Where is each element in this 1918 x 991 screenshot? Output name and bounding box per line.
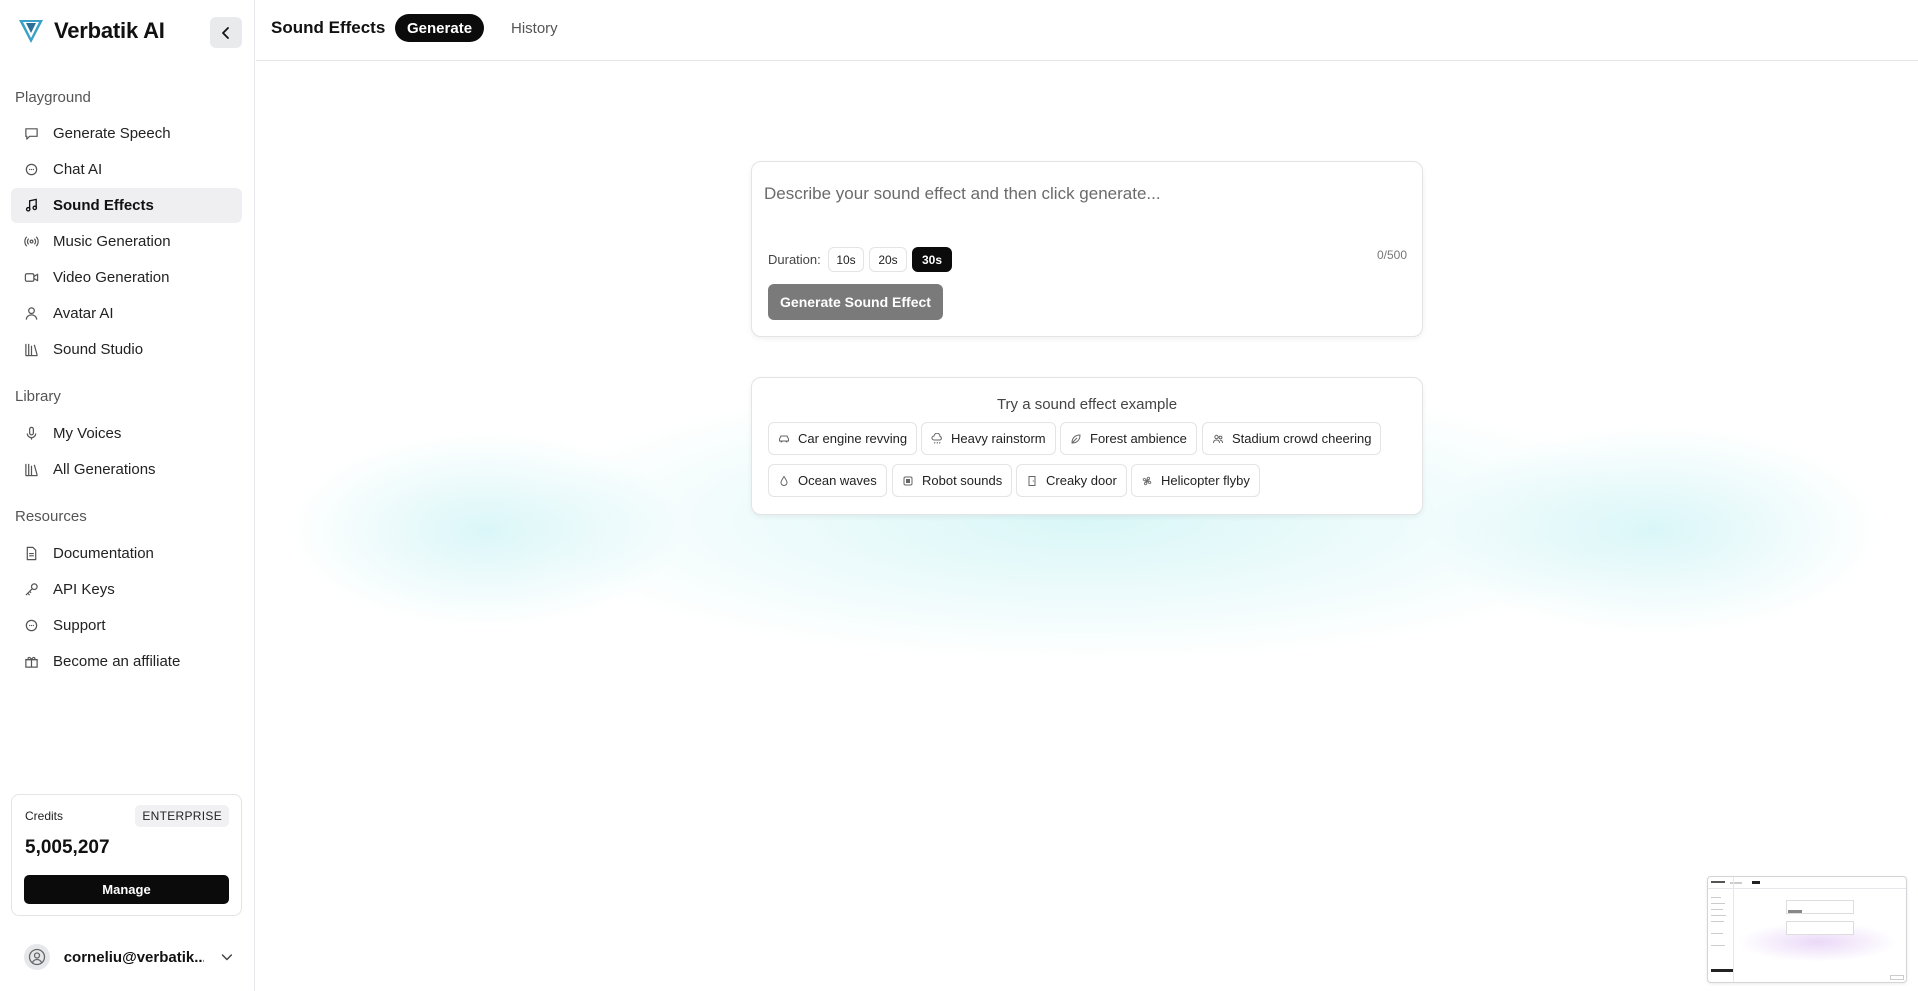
duration-option-20s[interactable]: 20s	[869, 247, 907, 272]
example-label: Heavy rainstorm	[951, 431, 1046, 446]
examples-card: Try a sound effect example Car engine re…	[751, 377, 1423, 515]
brand[interactable]: Verbatik AI	[18, 18, 165, 44]
message-circle-icon	[23, 618, 39, 634]
sidebar-item-label: Become an affiliate	[53, 653, 181, 670]
example-chip-forest-ambience[interactable]: Forest ambience	[1060, 422, 1197, 455]
character-counter: 0/500	[1376, 248, 1407, 262]
sidebar-item-documentation[interactable]: Documentation	[11, 536, 242, 571]
message-square-icon	[23, 126, 39, 142]
example-label: Robot sounds	[922, 473, 1003, 488]
example-label: Stadium crowd cheering	[1232, 431, 1372, 446]
sidebar-item-my-voices[interactable]: My Voices	[11, 416, 242, 451]
generate-sound-effect-button[interactable]: Generate Sound Effect	[768, 284, 943, 320]
document-icon	[23, 546, 39, 562]
chevron-left-icon	[222, 26, 229, 39]
credits-amount: 5,005,207	[25, 837, 110, 858]
page-title: Sound Effects	[271, 18, 386, 37]
example-label: Forest ambience	[1090, 431, 1187, 446]
sidebar-item-generate-speech[interactable]: Generate Speech	[11, 116, 242, 151]
sidebar-item-label: Support	[53, 617, 106, 634]
robot-icon	[903, 476, 913, 485]
credits-card: Credits ENTERPRISE 5,005,207 Manage	[11, 794, 242, 916]
chevron-down-icon	[221, 954, 233, 961]
car-icon	[779, 435, 789, 442]
duration-option-10s[interactable]: 10s	[828, 247, 864, 272]
example-label: Car engine revving	[798, 431, 908, 446]
brand-name: Verbatik AI	[54, 18, 165, 43]
sidebar-item-label: Music Generation	[53, 233, 171, 250]
sidebar-item-label: Sound Effects	[53, 197, 154, 214]
header: Sound Effects Generate History	[256, 0, 1918, 61]
verbatik-logo-icon	[19, 20, 43, 43]
section-label-library: Library	[15, 388, 61, 405]
duration-label: Duration:	[768, 252, 821, 267]
message-circle-icon	[23, 162, 39, 178]
sidebar-item-music-generation[interactable]: Music Generation	[11, 224, 242, 259]
sidebar-item-api-keys[interactable]: API Keys	[11, 572, 242, 607]
leaf-icon	[1071, 433, 1081, 444]
sound-effect-prompt-input[interactable]	[764, 176, 1404, 212]
library-icon	[23, 342, 39, 358]
sidebar-item-label: My Voices	[53, 425, 122, 442]
sidebar-item-label: API Keys	[53, 581, 115, 598]
sidebar-item-label: All Generations	[53, 461, 156, 478]
user-email: corneliu@verbatik....	[63, 948, 205, 966]
example-chip-creaky-door[interactable]: Creaky door	[1016, 464, 1127, 497]
section-label-playground: Playground	[15, 89, 91, 106]
sidebar-item-label: Chat AI	[53, 161, 103, 178]
example-chip-ocean-waves[interactable]: Ocean waves	[768, 464, 887, 497]
user-circle-icon	[28, 948, 46, 966]
example-chip-robot-sounds[interactable]: Robot sounds	[892, 464, 1013, 497]
sidebar-item-all-generations[interactable]: All Generations	[11, 452, 242, 487]
sidebar-item-sound-studio[interactable]: Sound Studio	[11, 332, 242, 367]
example-chip-car-engine-revving[interactable]: Car engine revving	[768, 422, 918, 455]
sidebar-item-label: Avatar AI	[53, 305, 114, 322]
example-label: Ocean waves	[798, 473, 877, 488]
sidebar-item-chat-ai[interactable]: Chat AI	[11, 152, 242, 187]
prompt-card: Duration: 10s 20s 30s 0/500 Generate Sou…	[751, 161, 1423, 337]
droplet-icon	[780, 475, 788, 486]
avatar	[24, 944, 50, 970]
sidebar-item-label: Generate Speech	[53, 125, 171, 142]
user-icon	[23, 306, 39, 322]
microphone-icon	[23, 426, 39, 442]
example-label: Helicopter flyby	[1161, 473, 1250, 488]
music-note-icon	[23, 198, 39, 214]
video-icon	[23, 270, 39, 286]
example-chip-helicopter-flyby[interactable]: Helicopter flyby	[1131, 464, 1260, 497]
sidebar-item-support[interactable]: Support	[11, 608, 242, 643]
user-menu[interactable]: corneliu@verbatik....	[24, 943, 234, 971]
sidebar-item-label: Sound Studio	[53, 341, 144, 358]
example-chip-heavy-rainstorm[interactable]: Heavy rainstorm	[921, 422, 1056, 455]
examples-title: Try a sound effect example	[996, 396, 1178, 413]
tab-generate[interactable]: Generate	[395, 14, 485, 42]
section-label-resources: Resources	[15, 508, 87, 525]
example-label: Creaky door	[1046, 473, 1117, 488]
sidebar-item-become-an-affiliate[interactable]: Become an affiliate	[11, 644, 242, 679]
credits-label: Credits	[25, 809, 64, 823]
collapse-sidebar-button[interactable]	[210, 17, 242, 48]
sidebar-item-video-generation[interactable]: Video Generation	[11, 260, 242, 295]
sidebar: Verbatik AI Playground Generate Speech C…	[0, 0, 255, 991]
fan-icon	[1142, 476, 1152, 485]
sidebar-item-label: Documentation	[53, 545, 154, 562]
manage-button[interactable]: Manage	[24, 875, 229, 904]
door-icon	[1028, 475, 1036, 486]
cloud-rain-icon	[931, 432, 942, 444]
library-icon	[23, 462, 39, 478]
plan-badge: ENTERPRISE	[135, 805, 229, 827]
sidebar-item-label: Video Generation	[53, 269, 170, 286]
sidebar-item-sound-effects[interactable]: Sound Effects	[11, 188, 242, 223]
key-icon	[23, 582, 39, 598]
example-chip-stadium-crowd-cheering[interactable]: Stadium crowd cheering	[1202, 422, 1382, 455]
screen-preview-thumbnail	[1707, 876, 1907, 983]
radio-icon	[23, 234, 39, 250]
users-icon	[1213, 434, 1224, 443]
gift-icon	[23, 654, 39, 670]
tab-history[interactable]: History	[499, 14, 570, 42]
duration-option-30s[interactable]: 30s	[912, 247, 952, 272]
sidebar-item-avatar-ai[interactable]: Avatar AI	[11, 296, 242, 331]
